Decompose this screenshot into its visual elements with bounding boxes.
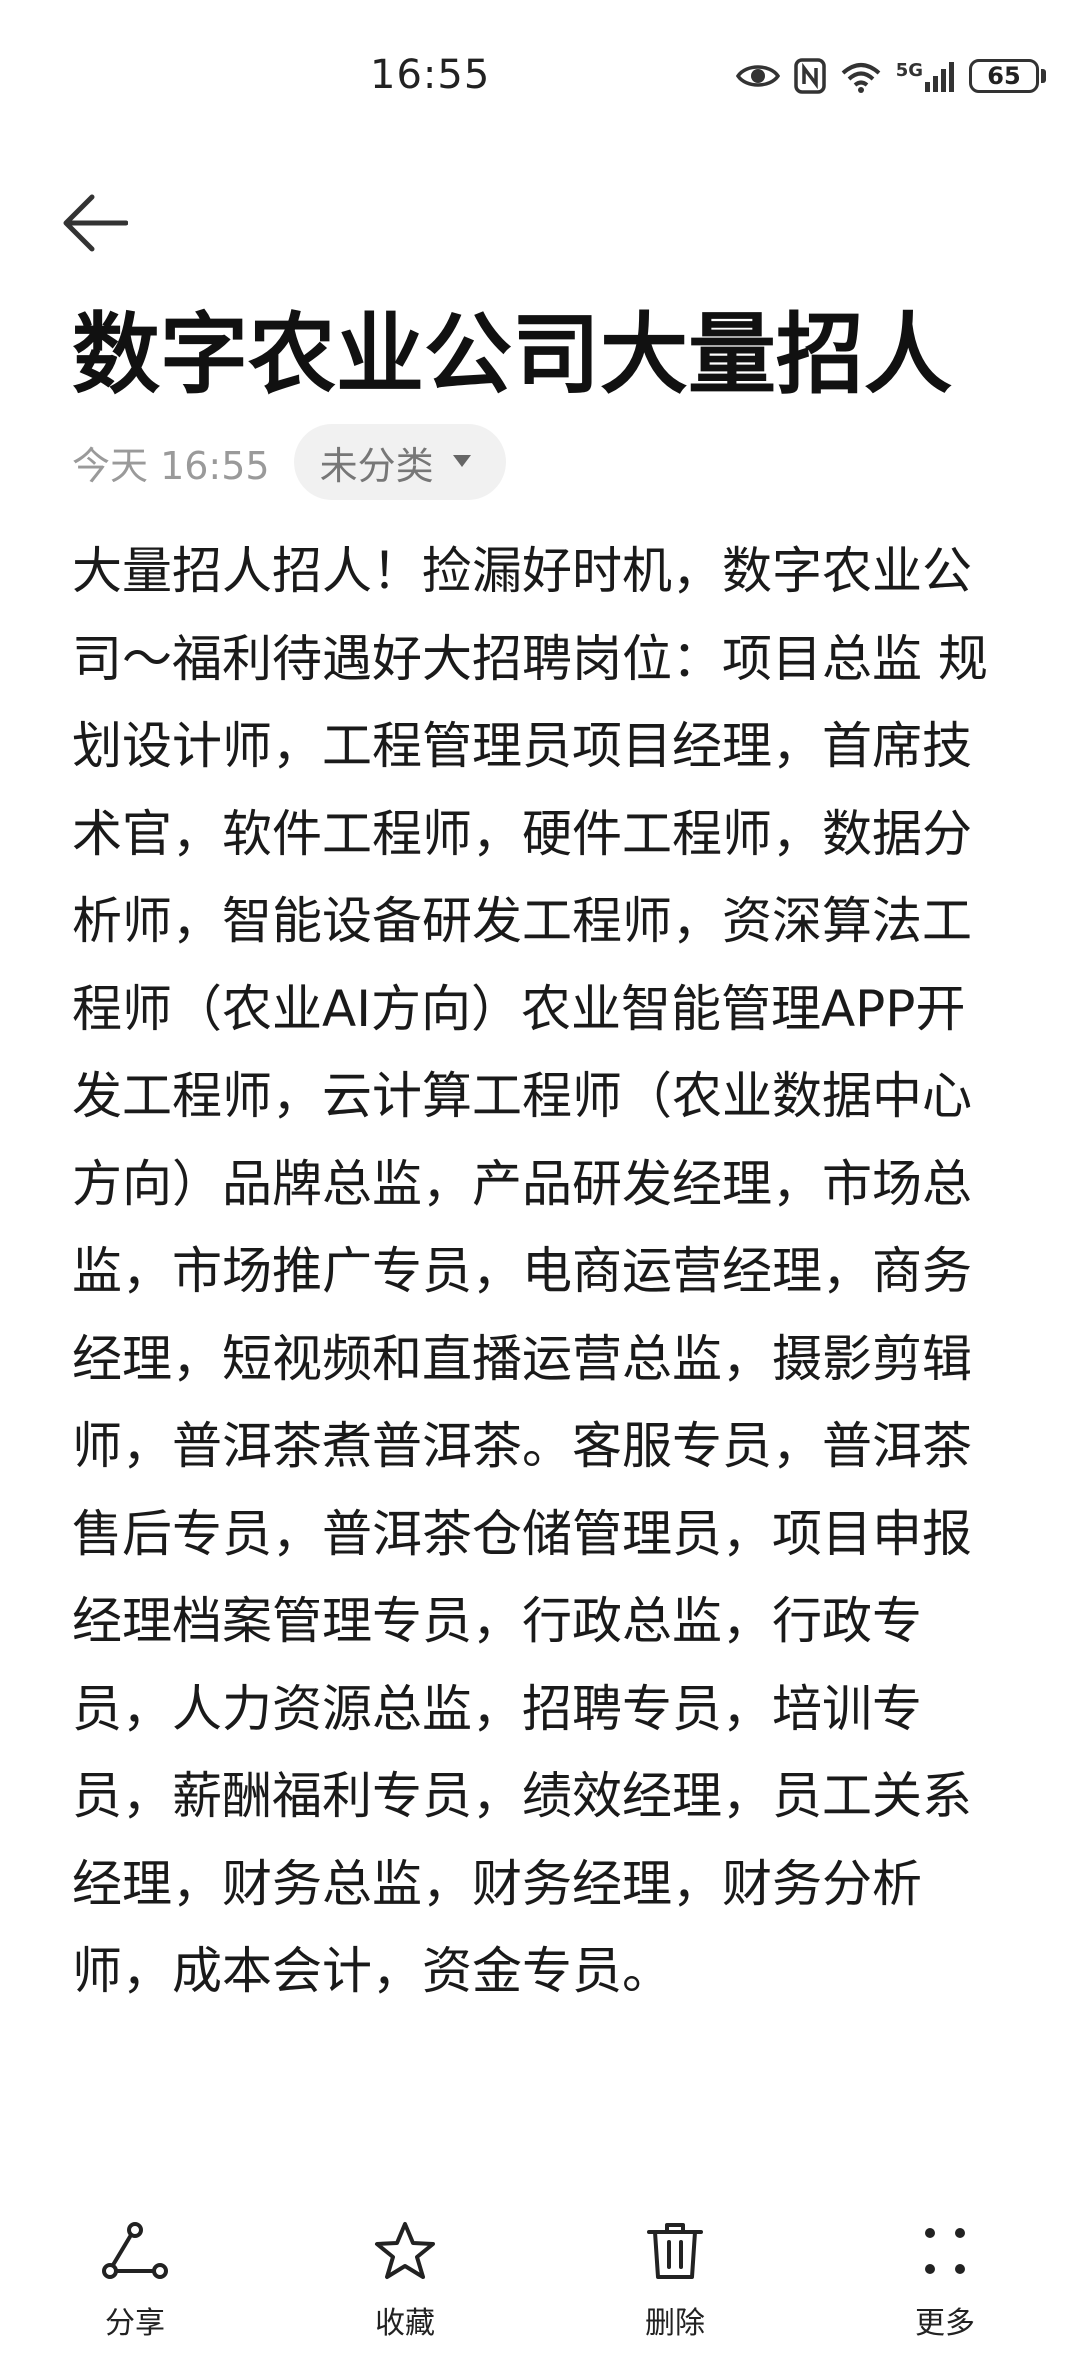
eye-comfort-icon — [735, 61, 780, 91]
status-bar: 16:55 5G 65 — [0, 0, 1080, 150]
battery-indicator: 65 — [969, 59, 1046, 93]
favorite-label: 收藏 — [375, 2306, 435, 2341]
nfc-icon — [793, 58, 826, 94]
share-icon — [100, 2216, 170, 2286]
battery-tip — [1041, 69, 1046, 83]
wifi-icon — [840, 59, 882, 93]
more-button[interactable]: 更多 — [810, 2200, 1080, 2376]
delete-button[interactable]: 删除 — [540, 2200, 810, 2376]
category-label: 未分类 — [319, 443, 434, 488]
battery-level: 65 — [987, 62, 1021, 90]
favorite-button[interactable]: 收藏 — [270, 2200, 540, 2376]
note-meta: 今天 16:55 未分类 — [72, 424, 506, 500]
note-body[interactable]: 大量招人招人！捡漏好时机，数字农业公司～福利待遇好大招聘岗位：项目总监 规划设计… — [72, 528, 1002, 2016]
back-button[interactable] — [62, 180, 152, 270]
note-title[interactable]: 数字农业公司大量招人 — [72, 300, 1032, 410]
category-selector[interactable]: 未分类 — [293, 424, 506, 500]
status-icons: 5G 65 — [735, 56, 1046, 96]
share-label: 分享 — [105, 2306, 165, 2341]
note-date: 今天 16:55 — [72, 443, 270, 488]
more-dots-icon — [910, 2216, 980, 2286]
status-time: 16:55 — [370, 52, 491, 98]
more-label: 更多 — [915, 2306, 975, 2341]
caret-down-icon — [452, 453, 472, 472]
trash-icon — [640, 2216, 710, 2286]
delete-label: 删除 — [645, 2306, 705, 2341]
battery-icon: 65 — [969, 59, 1039, 93]
arrow-left-icon — [62, 193, 129, 257]
star-icon — [370, 2216, 440, 2286]
bottom-action-bar: 分享 收藏 删除 更多 — [0, 2200, 1080, 2376]
network-type-label: 5G — [895, 60, 923, 81]
cellular-signal-icon: 5G — [896, 60, 955, 92]
share-button[interactable]: 分享 — [0, 2200, 270, 2376]
